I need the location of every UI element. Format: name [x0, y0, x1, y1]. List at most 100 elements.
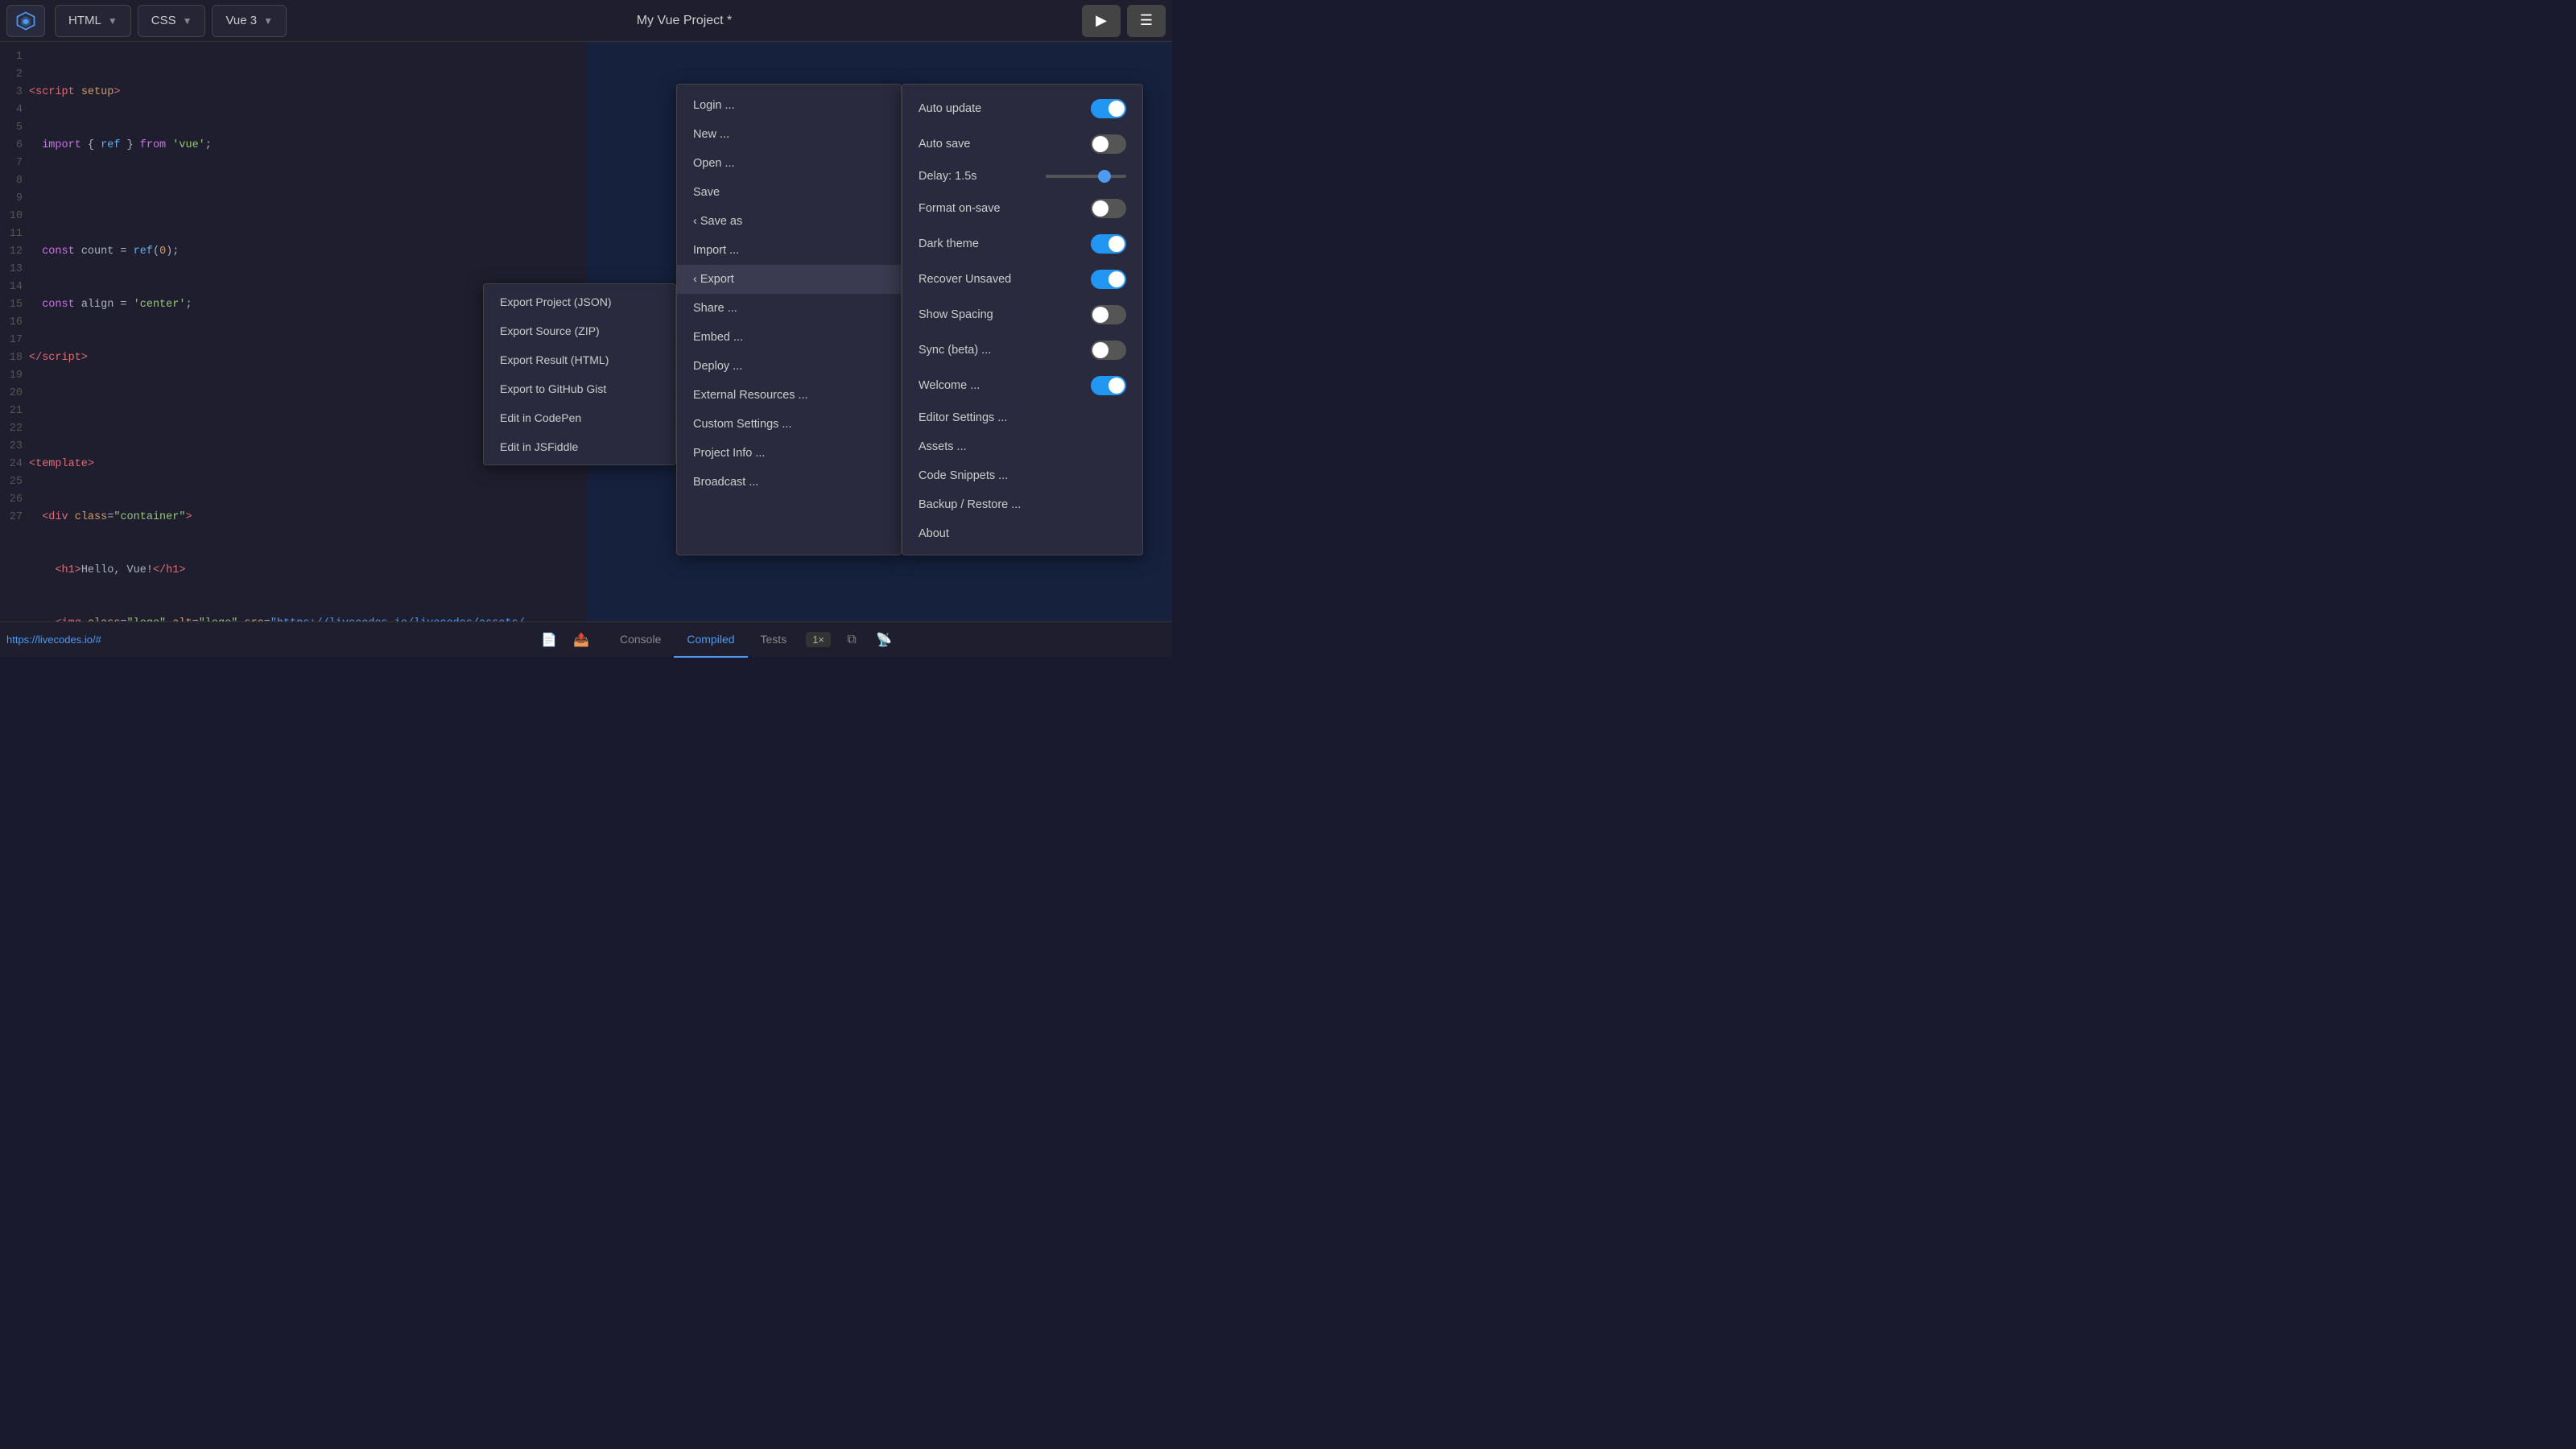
setting-auto-update-label: Auto update: [919, 102, 981, 115]
bottom-left: https://livecodes.io/# 📄 📤: [6, 627, 594, 653]
setting-backup-restore[interactable]: Backup / Restore ...: [902, 490, 1142, 519]
broadcast-icon-btn[interactable]: 📡: [873, 629, 895, 651]
tab-css-label: CSS: [151, 14, 176, 27]
menu-import-label: Import ...: [693, 244, 739, 257]
tab-tests-label: Tests: [761, 633, 787, 646]
share-icon: 📤: [573, 632, 589, 648]
slider-thumb[interactable]: [1098, 170, 1111, 183]
copy-icon-btn[interactable]: ⧉: [840, 629, 863, 651]
toggle-recover-unsaved[interactable]: [1091, 270, 1126, 289]
logo-button[interactable]: [6, 5, 45, 37]
menu-new-label: New ...: [693, 128, 729, 141]
setting-auto-update[interactable]: Auto update: [902, 91, 1142, 126]
export-result-html[interactable]: Export Result (HTML): [484, 345, 675, 374]
setting-sync-beta-label: Sync (beta) ...: [919, 344, 991, 357]
menu-save-as[interactable]: ‹ Save as: [677, 207, 901, 236]
setting-assets[interactable]: Assets ...: [902, 432, 1142, 461]
menu-save-as-label: ‹ Save as: [693, 215, 742, 228]
setting-welcome[interactable]: Welcome ...: [902, 368, 1142, 403]
tab-vue3-label: Vue 3: [225, 14, 257, 27]
tab-css[interactable]: CSS ▼: [138, 5, 206, 37]
main-menu: Login ... New ... Open ... Save ‹ Save a…: [676, 84, 902, 555]
hamburger-menu-button[interactable]: ☰: [1127, 5, 1166, 37]
menu-login-label: Login ...: [693, 99, 735, 112]
bottom-tabs: Console Compiled Tests: [607, 622, 799, 658]
project-title: My Vue Project *: [290, 14, 1079, 28]
tab-html[interactable]: HTML ▼: [55, 5, 131, 37]
editor-icon-btn[interactable]: 📄: [536, 627, 562, 653]
toggle-show-spacing[interactable]: [1091, 305, 1126, 324]
run-icon: ▶: [1096, 12, 1107, 29]
setting-format-on-save[interactable]: Format on-save: [902, 191, 1142, 226]
tab-html-label: HTML: [68, 14, 101, 27]
menu-external-resources[interactable]: External Resources ...: [677, 381, 901, 410]
menu-broadcast[interactable]: Broadcast ...: [677, 468, 901, 497]
toggle-format-on-save[interactable]: [1091, 199, 1126, 218]
toggle-auto-update[interactable]: [1091, 99, 1126, 118]
menu-share[interactable]: Share ...: [677, 294, 901, 323]
setting-recover-unsaved[interactable]: Recover Unsaved: [902, 262, 1142, 297]
delay-label: Delay: 1.5s: [919, 170, 1036, 183]
edit-in-jsfiddle[interactable]: Edit in JSFiddle: [484, 432, 675, 461]
menu-embed-label: Embed ...: [693, 331, 743, 344]
menu-deploy[interactable]: Deploy ...: [677, 352, 901, 381]
share-icon-btn[interactable]: 📤: [568, 627, 594, 653]
tab-tests[interactable]: Tests: [748, 622, 800, 658]
setting-code-snippets-label: Code Snippets ...: [919, 469, 1008, 482]
tab-vue3[interactable]: Vue 3 ▼: [212, 5, 287, 37]
menu-new[interactable]: New ...: [677, 120, 901, 149]
tab-console-label: Console: [620, 633, 661, 646]
setting-dark-theme[interactable]: Dark theme: [902, 226, 1142, 262]
toggle-welcome[interactable]: [1091, 376, 1126, 395]
editor-area: 12345 678910 1112131415 1617181920 21222…: [0, 42, 1172, 621]
bottom-tab-extra: 1× ⧉ 📡: [806, 629, 895, 651]
menu-custom-settings[interactable]: Custom Settings ...: [677, 410, 901, 439]
tab-compiled-label: Compiled: [687, 633, 734, 646]
topbar: HTML ▼ CSS ▼ Vue 3 ▼ My Vue Project * ▶ …: [0, 0, 1172, 42]
tab-compiled[interactable]: Compiled: [674, 622, 747, 658]
line-numbers: 12345 678910 1112131415 1617181920 21222…: [0, 48, 29, 621]
export-source-zip[interactable]: Export Source (ZIP): [484, 316, 675, 345]
export-project-json[interactable]: Export Project (JSON): [484, 287, 675, 316]
menu-custom-settings-label: Custom Settings ...: [693, 418, 792, 431]
menu-open-label: Open ...: [693, 157, 735, 170]
copy-icon: ⧉: [847, 633, 856, 647]
tab-html-chevron: ▼: [108, 15, 118, 27]
tab-vue3-chevron: ▼: [263, 15, 273, 27]
bottom-link[interactable]: https://livecodes.io/#: [6, 634, 101, 646]
export-submenu: Export Project (JSON) Export Source (ZIP…: [483, 283, 676, 465]
menu-login[interactable]: Login ...: [677, 91, 901, 120]
menu-embed[interactable]: Embed ...: [677, 323, 901, 352]
toggle-auto-save[interactable]: [1091, 134, 1126, 154]
setting-show-spacing-label: Show Spacing: [919, 308, 993, 321]
setting-auto-save-label: Auto save: [919, 138, 971, 151]
export-github-gist[interactable]: Export to GitHub Gist: [484, 374, 675, 403]
tab-css-chevron: ▼: [183, 15, 192, 27]
setting-backup-restore-label: Backup / Restore ...: [919, 498, 1021, 511]
setting-sync-beta[interactable]: Sync (beta) ...: [902, 332, 1142, 368]
menu-project-info[interactable]: Project Info ...: [677, 439, 901, 468]
menu-external-resources-label: External Resources ...: [693, 389, 808, 402]
setting-code-snippets[interactable]: Code Snippets ...: [902, 461, 1142, 490]
menu-import[interactable]: Import ...: [677, 236, 901, 265]
hamburger-icon: ☰: [1140, 12, 1153, 29]
setting-auto-save[interactable]: Auto save: [902, 126, 1142, 162]
menu-save[interactable]: Save: [677, 178, 901, 207]
setting-about-label: About: [919, 527, 949, 540]
menu-deploy-label: Deploy ...: [693, 360, 742, 373]
setting-assets-label: Assets ...: [919, 440, 967, 453]
dropdown-overlay: Export Project (JSON) Export Source (ZIP…: [483, 84, 1172, 555]
edit-in-codepen[interactable]: Edit in CodePen: [484, 403, 675, 432]
delay-slider[interactable]: [1046, 175, 1126, 178]
zoom-badge[interactable]: 1×: [806, 632, 831, 647]
setting-show-spacing[interactable]: Show Spacing: [902, 297, 1142, 332]
tab-console[interactable]: Console: [607, 622, 674, 658]
run-button[interactable]: ▶: [1082, 5, 1121, 37]
settings-panel: Auto update Auto save Delay: 1.5s Format…: [902, 84, 1143, 555]
setting-about[interactable]: About: [902, 519, 1142, 548]
menu-open[interactable]: Open ...: [677, 149, 901, 178]
toggle-dark-theme[interactable]: [1091, 234, 1126, 254]
setting-editor-settings[interactable]: Editor Settings ...: [902, 403, 1142, 432]
menu-export[interactable]: ‹ Export: [677, 265, 901, 294]
toggle-sync-beta[interactable]: [1091, 341, 1126, 360]
